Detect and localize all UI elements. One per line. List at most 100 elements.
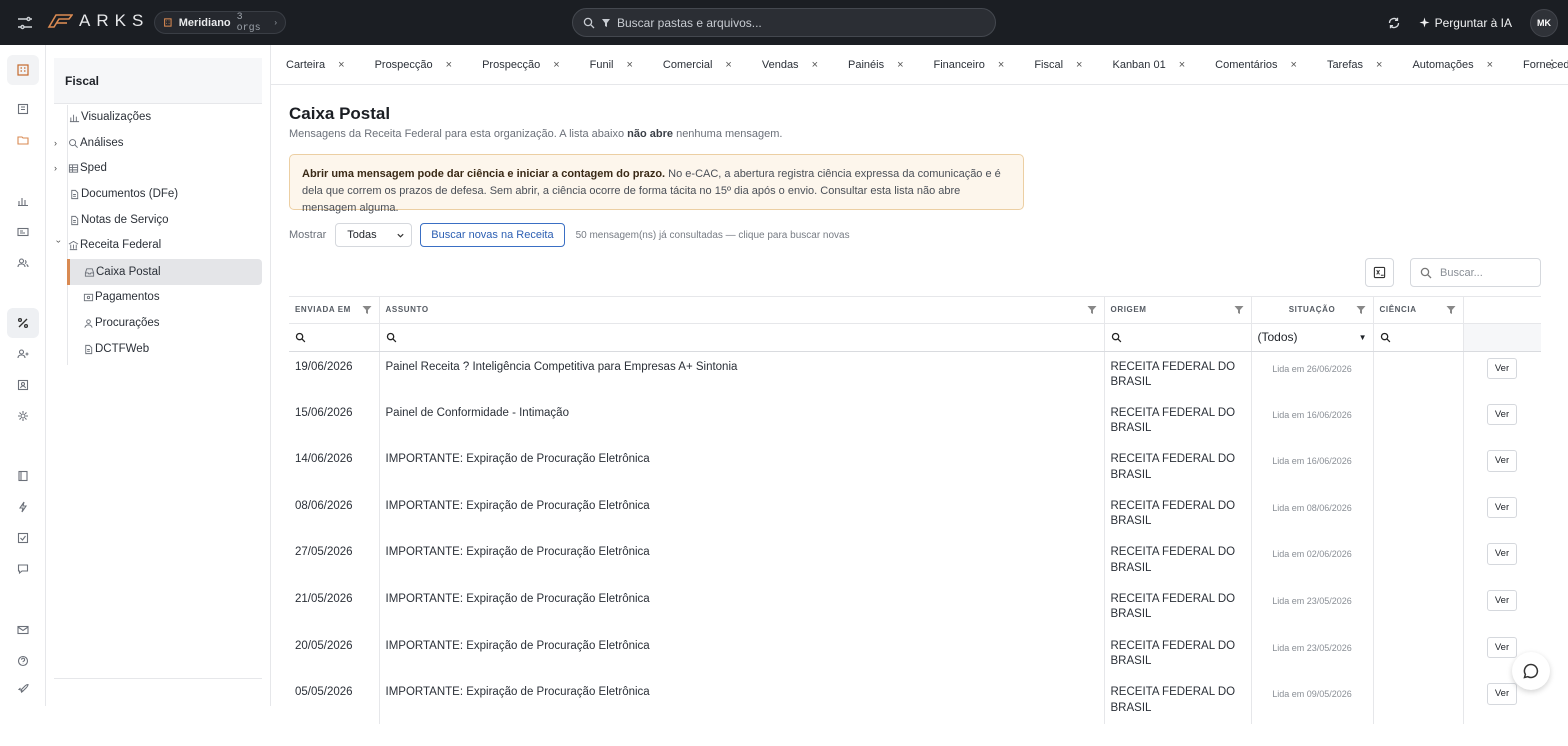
sliders-icon[interactable] bbox=[16, 14, 34, 32]
view-button[interactable]: Ver bbox=[1486, 636, 1518, 659]
user-avatar[interactable]: MK bbox=[1530, 8, 1558, 37]
gear-user-icon[interactable] bbox=[7, 401, 39, 431]
close-icon[interactable]: × bbox=[897, 59, 903, 71]
table-row[interactable]: 05/05/2026 IMPORTANTE: Expiração de Procu… bbox=[289, 677, 1541, 724]
tab[interactable]: Tarefas × bbox=[1312, 45, 1398, 84]
tab[interactable]: Fornecedores× bbox=[1508, 45, 1568, 84]
chart-icon[interactable] bbox=[7, 186, 39, 216]
close-icon[interactable]: × bbox=[1376, 59, 1382, 71]
org-switcher[interactable]: Meridiano 3 orgs › bbox=[154, 11, 286, 34]
chat-icon[interactable] bbox=[7, 554, 39, 584]
close-icon[interactable]: × bbox=[446, 59, 452, 71]
refresh-icon[interactable] bbox=[1387, 16, 1401, 30]
column-header[interactable]: ENVIADA EM bbox=[289, 297, 380, 324]
table-row[interactable]: 21/05/2026 IMPORTANTE: Expiração de Procu… bbox=[289, 583, 1541, 631]
sidebar-item-receita-federal[interactable]: › Receita Federal bbox=[54, 233, 161, 257]
table-row[interactable]: 08/06/2026 IMPORTANTE: Expiração de Procu… bbox=[289, 490, 1541, 538]
tab[interactable]: Comercial × bbox=[648, 45, 747, 84]
bolt-icon[interactable] bbox=[7, 492, 39, 522]
chevron-down-icon[interactable]: › bbox=[54, 240, 64, 250]
tab[interactable]: Automações × bbox=[1397, 45, 1508, 84]
building-list-icon[interactable] bbox=[7, 94, 39, 124]
view-button[interactable]: Ver bbox=[1486, 543, 1518, 565]
subject-filter-input[interactable] bbox=[379, 323, 1105, 352]
ciencia-filter-input[interactable] bbox=[1373, 323, 1464, 352]
sidebar-item-caixa-postal[interactable]: Caixa Postal bbox=[67, 259, 262, 285]
sidebar-item-documentos-dfe[interactable]: Documentos (DFe) bbox=[69, 182, 178, 206]
book-icon[interactable] bbox=[7, 461, 39, 491]
close-icon[interactable]: × bbox=[553, 59, 559, 71]
grid-search-input[interactable]: Buscar... bbox=[1410, 258, 1541, 287]
tab[interactable]: Financeiro × bbox=[919, 45, 1020, 84]
column-header[interactable]: SITUAÇÃO bbox=[1251, 297, 1374, 324]
close-icon[interactable]: × bbox=[338, 59, 344, 71]
tab[interactable]: Carteira × bbox=[271, 45, 360, 84]
more-icon[interactable]: ⋮ bbox=[1546, 57, 1558, 71]
column-header[interactable]: ORIGEM bbox=[1104, 297, 1252, 324]
rocket-icon[interactable] bbox=[7, 673, 39, 703]
filter-icon[interactable] bbox=[1087, 305, 1097, 315]
close-icon[interactable]: × bbox=[626, 59, 632, 71]
table-row[interactable]: 27/05/2026 IMPORTANTE: Expiração de Procu… bbox=[289, 537, 1541, 584]
sidebar-item-sped[interactable]: › Sped bbox=[54, 156, 107, 180]
filter-icon[interactable] bbox=[362, 305, 372, 315]
view-button[interactable]: Ver bbox=[1486, 589, 1518, 612]
close-icon[interactable]: × bbox=[812, 59, 818, 71]
origin-filter-input[interactable] bbox=[1104, 323, 1252, 352]
column-header[interactable]: CIÊNCIA bbox=[1373, 297, 1464, 324]
chat-button[interactable] bbox=[1512, 652, 1550, 690]
show-select[interactable]: Todas bbox=[335, 223, 413, 247]
view-button[interactable]: Ver bbox=[1486, 357, 1518, 379]
close-icon[interactable]: × bbox=[725, 59, 731, 71]
close-icon[interactable]: × bbox=[1076, 59, 1082, 71]
table-row[interactable]: 19/06/2026 Painel Receita ? Inteligência … bbox=[289, 351, 1541, 398]
global-search-input[interactable]: Buscar pastas e arquivos... bbox=[572, 8, 996, 37]
close-icon[interactable]: × bbox=[1487, 59, 1493, 71]
sidebar-item-pagamentos[interactable]: Pagamentos bbox=[83, 285, 160, 309]
ask-ia-button[interactable]: Perguntar à IA bbox=[1419, 16, 1512, 30]
close-icon[interactable]: × bbox=[1291, 59, 1297, 71]
view-button[interactable]: Ver bbox=[1486, 450, 1518, 472]
sidebar-item-dctfweb[interactable]: DCTFWeb bbox=[83, 337, 149, 361]
user-group-icon[interactable] bbox=[7, 339, 39, 369]
filter-icon[interactable] bbox=[1234, 305, 1244, 315]
close-icon[interactable]: × bbox=[998, 59, 1004, 71]
help-icon[interactable] bbox=[7, 646, 39, 676]
view-button[interactable]: Ver bbox=[1486, 403, 1518, 426]
fetch-receita-button[interactable]: Buscar novas na Receita bbox=[420, 223, 565, 247]
sidebar-item-notas-servico[interactable]: Notas de Serviço bbox=[69, 208, 169, 232]
sidebar-item-visualizacoes[interactable]: Visualizações bbox=[69, 105, 151, 129]
tab[interactable]: Fiscal × bbox=[1019, 45, 1097, 84]
tab[interactable]: Prospecção × bbox=[360, 45, 468, 84]
tab[interactable]: Vendas × bbox=[747, 45, 833, 84]
percent-icon[interactable] bbox=[7, 308, 39, 338]
table-row[interactable]: 15/06/2026 Painel de Conformidade - Intim… bbox=[289, 397, 1541, 445]
tab[interactable]: Kanban 01 × bbox=[1097, 45, 1200, 84]
view-button[interactable]: Ver bbox=[1486, 496, 1518, 519]
building-icon[interactable] bbox=[7, 55, 39, 85]
contact-card-icon[interactable] bbox=[7, 370, 39, 400]
column-header[interactable]: ASSUNTO bbox=[379, 297, 1105, 324]
id-card-icon[interactable] bbox=[7, 217, 39, 247]
status-filter-select[interactable]: (Todos) ▼ bbox=[1251, 323, 1374, 352]
close-icon[interactable]: × bbox=[1179, 59, 1185, 71]
table-row[interactable]: 14/06/2026 IMPORTANTE: Expiração de Procu… bbox=[289, 444, 1541, 491]
table-row[interactable]: 20/05/2026 IMPORTANTE: Expiração de Procu… bbox=[289, 630, 1541, 678]
tab[interactable]: Painéis × bbox=[833, 45, 919, 84]
filter-icon[interactable] bbox=[1356, 305, 1366, 315]
chevron-right-icon[interactable]: › bbox=[54, 163, 64, 173]
chevron-right-icon[interactable]: › bbox=[54, 138, 64, 148]
export-excel-button[interactable] bbox=[1365, 258, 1394, 287]
app-logo[interactable]: ARKS bbox=[47, 11, 149, 31]
check-square-icon[interactable] bbox=[7, 523, 39, 553]
sidebar-item-procuracoes[interactable]: Procurações bbox=[83, 311, 160, 335]
sidebar-item-analises[interactable]: › Análises bbox=[54, 131, 123, 155]
folder-icon[interactable] bbox=[7, 125, 39, 155]
tab[interactable]: Comentários × bbox=[1200, 45, 1312, 84]
view-button[interactable]: Ver bbox=[1486, 683, 1518, 705]
date-filter-input[interactable] bbox=[289, 323, 380, 352]
tab[interactable]: Prospecção × bbox=[467, 45, 575, 84]
mail-icon[interactable] bbox=[7, 615, 39, 645]
filter-icon[interactable] bbox=[1446, 305, 1456, 315]
tab[interactable]: Funil × bbox=[575, 45, 648, 84]
